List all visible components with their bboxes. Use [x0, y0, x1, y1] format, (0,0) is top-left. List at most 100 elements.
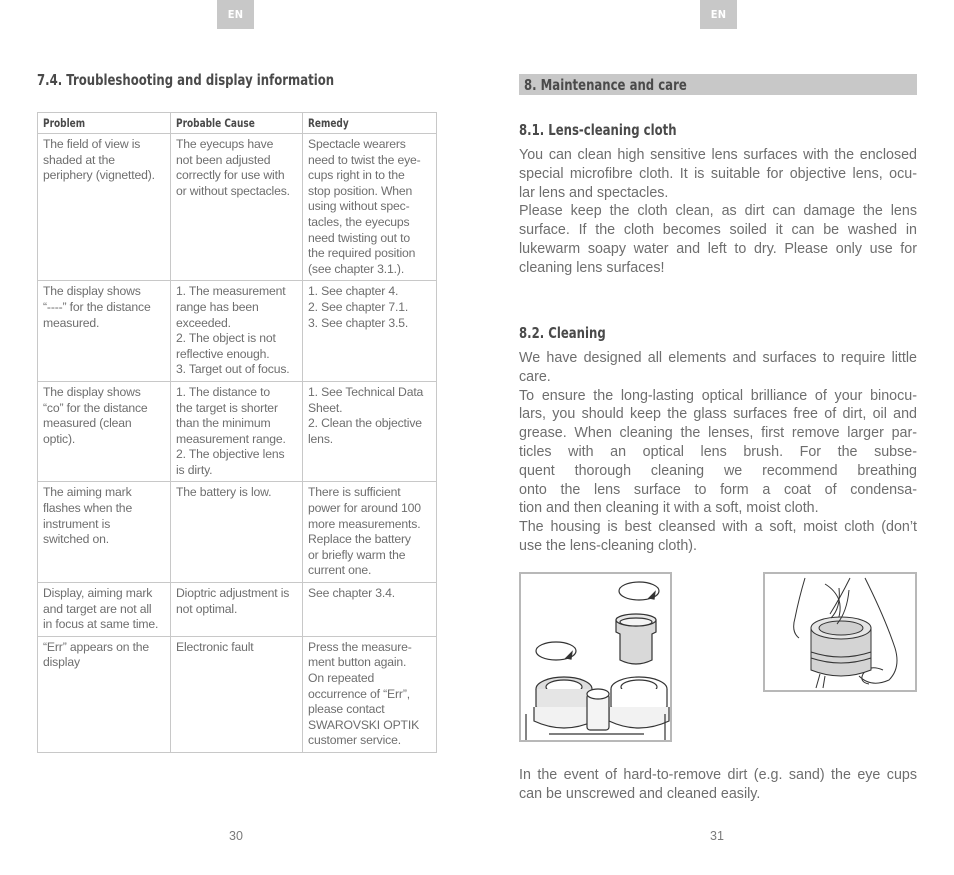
cell-text-line: than the minimum	[176, 416, 271, 431]
cell-text-line: exceeded.	[176, 315, 231, 330]
cell-text-line: need to twist the eye-	[308, 152, 421, 167]
cell-text-line: instrument is	[43, 516, 111, 531]
cell-text-line: 2. The object is not	[176, 331, 276, 346]
paragraph-line: cleaning lens surfaces!	[519, 259, 665, 276]
cell-text-line: “----” for the distance	[43, 299, 151, 314]
remedy-cell: Press the measure-ment button again. On r…	[302, 635, 437, 753]
cell-text-line: stop position. When	[308, 183, 413, 198]
paragraph-lens-cloth: You can clean high sensitive lens surfac…	[519, 146, 917, 278]
cell-text-line: See chapter 3.4.	[308, 586, 396, 601]
cell-text-line: 1. The measurement	[176, 284, 286, 299]
cell-text-line: occurrence of “Err”,	[308, 686, 410, 701]
cell-text-line: customer service.	[308, 733, 401, 748]
paragraph-line: To ensure the long-lasting optical brill…	[519, 387, 917, 404]
paragraph-cleaning: We have designed all elements and surfac…	[519, 349, 917, 556]
cell-text-line: Replace the battery	[308, 532, 411, 547]
page-number: 30	[229, 829, 243, 843]
paragraph-line: grease. When cleaning the lenses, first …	[519, 425, 917, 442]
cell-text-line: display	[43, 655, 80, 670]
probable-cause-cell: The battery is low.	[170, 481, 303, 584]
column-header-remedy: Remedy	[302, 112, 437, 134]
cell-text-line: switched on.	[43, 532, 109, 547]
remedy-cell: 1. See Technical Data Sheet. 2. Clean the …	[302, 380, 437, 483]
cell-text-line: periphery (vignetted).	[43, 168, 155, 183]
remedy-cell: See chapter 3.4.	[302, 582, 437, 637]
cell-text-line: Electronic fault	[176, 639, 254, 654]
cell-text-line: 1. The distance to	[176, 384, 270, 399]
cell-text-line: “Err” appears on the	[43, 639, 150, 654]
table-row: The display shows “co” for the distance me…	[37, 380, 437, 483]
subsection-title-lens-cloth: 8.1. Lens-cleaning cloth	[519, 121, 677, 139]
cell-text-line: The display shows	[43, 284, 141, 299]
cell-text-line: ment button again.	[308, 655, 407, 670]
paragraph-line: use the lens-cleaning cloth).	[519, 537, 698, 554]
table-row: The field of view is shaded at the periphe…	[37, 132, 437, 282]
table-row: “Err” appears on the display Electronic fa…	[37, 635, 437, 753]
problem-cell: Display, aiming mark and target are not a…	[37, 582, 171, 637]
cell-text-line: not been adjusted	[176, 152, 271, 167]
cell-text-line: correctly for use with	[176, 168, 285, 183]
cell-text-line: or briefly warm the	[308, 547, 406, 562]
eyecup-cleaning-illustration	[763, 572, 917, 692]
language-tab: EN	[700, 0, 737, 29]
table-header-row: Problem Probable Cause Remedy	[37, 112, 437, 134]
cell-text-line: SWAROVSKI OPTIK	[308, 717, 420, 732]
cell-text-line: the required position	[308, 246, 416, 261]
page-right: EN 8. Maintenance and care 8.1. Lens-cle…	[477, 0, 954, 875]
section-title-troubleshooting: 7.4. Troubleshooting and display informa…	[37, 71, 335, 89]
remedy-cell: Spectacle wearers need to twist the eye-c…	[302, 132, 437, 282]
probable-cause-cell: 1. The distance to the target is shorter t…	[170, 380, 303, 483]
problem-cell: The display shows “co” for the distance me…	[37, 380, 171, 483]
cell-text-line: 1. See Technical Data	[308, 384, 424, 399]
cell-text-line: and target are not all	[43, 601, 152, 616]
cell-text-line: measurement range.	[176, 431, 286, 446]
column-header-probable-cause: Probable Cause	[170, 112, 303, 134]
probable-cause-cell: Dioptric adjustment is not optimal.	[170, 582, 303, 637]
binoculars-eyecup-unscrew-icon	[525, 581, 670, 740]
page-left: EN 7.4. Troubleshooting and display info…	[0, 0, 477, 875]
paragraph-line: lar lens and spectacles.	[519, 184, 669, 201]
cell-text-line: 3. See chapter 3.5.	[308, 315, 409, 330]
paragraph-line: We have designed all elements and surfac…	[519, 350, 917, 366]
cell-text-line: range has been	[176, 299, 259, 314]
cell-text-line: lens.	[308, 431, 333, 446]
cell-text-line: cups right in to the	[308, 168, 405, 183]
cell-text-line: 2. The objective lens	[176, 447, 285, 462]
cell-text-line: The field of view is	[43, 137, 141, 151]
cell-text-line: measured (clean	[43, 416, 132, 431]
cell-text-line: Spectacle wearers	[308, 137, 406, 151]
paragraph-line: Please keep the cloth clean, as dirt can…	[519, 203, 917, 220]
table-row: The display shows “----” for the distance…	[37, 280, 437, 382]
paragraph-line: care.	[519, 368, 551, 385]
cell-text-line: flashes when the	[43, 501, 133, 516]
paragraph-line: lars, you should keep the glass surfaces…	[519, 406, 917, 423]
troubleshooting-table: Problem Probable Cause Remedy The field …	[37, 112, 437, 753]
hand-cleaning-eyecup-icon	[793, 577, 898, 689]
problem-cell: The field of view is shaded at the periphe…	[37, 132, 171, 282]
paragraph-line: tion and then cleaning it with a soft, m…	[519, 500, 819, 517]
cell-text-line: reflective enough.	[176, 346, 270, 361]
paragraph-line: special microfibre cloth. It is suitable…	[519, 165, 917, 182]
remedy-cell: 1. See chapter 4. 2. See chapter 7.1. 3. S…	[302, 280, 437, 382]
language-tab: EN	[217, 0, 254, 29]
cell-text-line: not optimal.	[176, 601, 238, 616]
cell-text-line: Dioptric adjustment is	[176, 586, 290, 601]
section-header-bar: 8. Maintenance and care	[519, 74, 917, 95]
cell-text-line: is dirty.	[176, 462, 213, 477]
problem-cell: The aiming mark flashes when the instrumen…	[37, 481, 171, 584]
cell-text-line: 2. Clean the objective	[308, 416, 422, 431]
paragraph-line: quent thorough cleaning we recommend bre…	[519, 462, 917, 479]
cell-text-line: 3. Target out of focus.	[176, 362, 290, 377]
section-title-maintenance: 8. Maintenance and care	[524, 76, 687, 94]
page-number: 31	[710, 829, 724, 843]
cell-text-line: measured.	[43, 315, 100, 330]
cell-text-line: On repeated	[308, 671, 375, 685]
cell-text-line: shaded at the	[43, 152, 115, 167]
subsection-title-cleaning: 8.2. Cleaning	[519, 324, 606, 342]
cell-text-line: using without spec-	[308, 199, 410, 214]
cell-text-line: The aiming mark	[43, 485, 132, 500]
paragraph-line: The housing is best cleansed with a soft…	[519, 519, 917, 536]
cell-text-line: or without spectacles.	[176, 183, 290, 198]
cell-text-line: The eyecups have	[176, 137, 274, 151]
cell-text-line: Sheet.	[308, 400, 343, 415]
